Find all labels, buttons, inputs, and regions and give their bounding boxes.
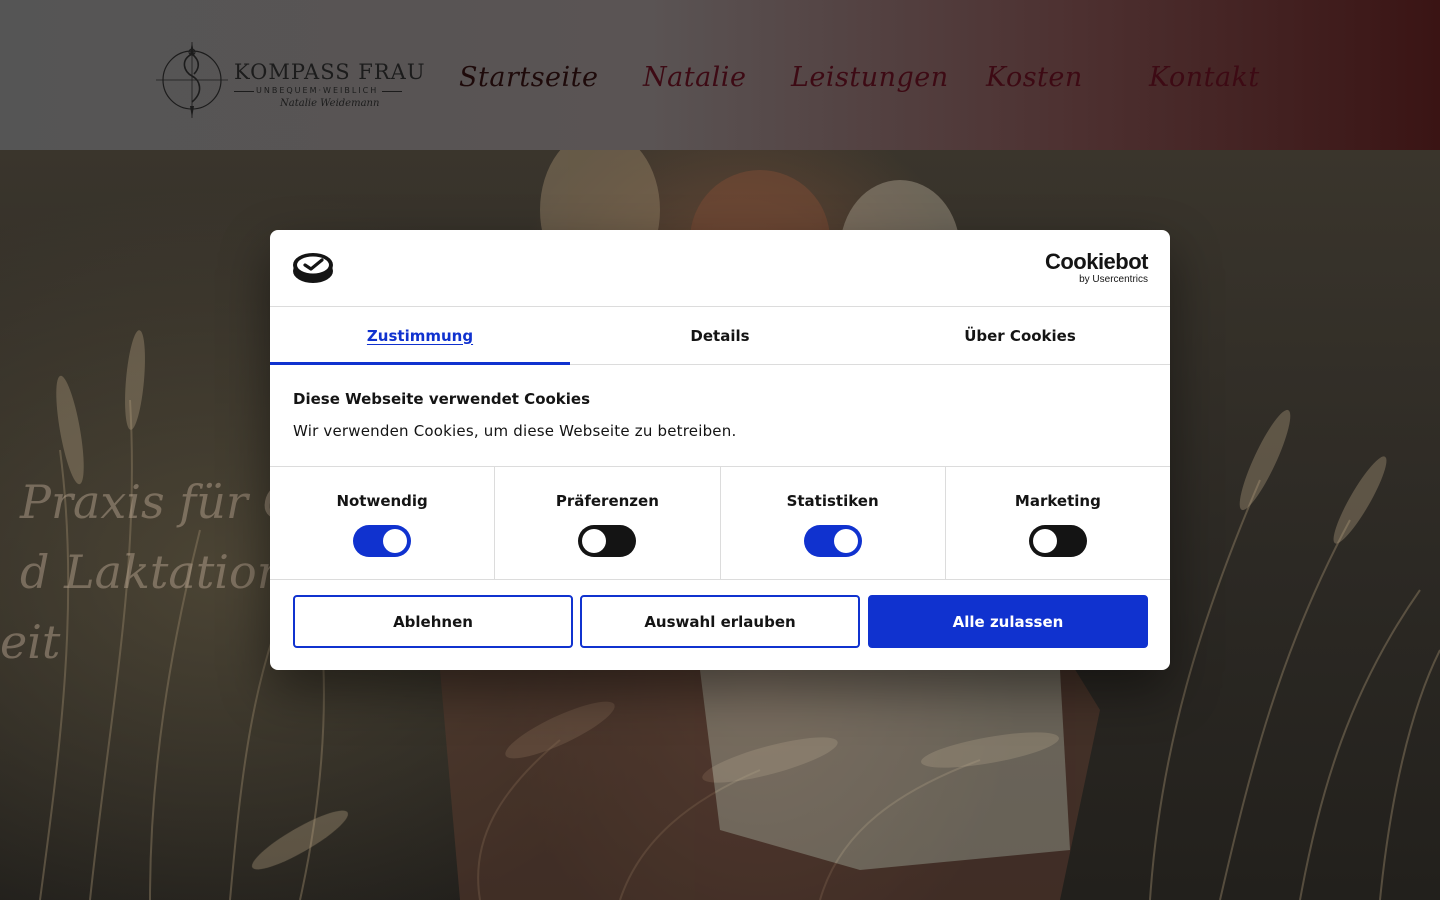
site-header: KOMPASS FRAU UNBEQUEM·WEIBLICH Natalie W… bbox=[0, 0, 1440, 150]
category-marketing: Marketing bbox=[946, 467, 1170, 579]
toggle-knob bbox=[833, 529, 858, 553]
category-statistiken: Statistiken bbox=[721, 467, 946, 579]
toggle-knob bbox=[383, 529, 408, 553]
brand-byline: by Usercentrics bbox=[1079, 274, 1148, 285]
compass-icon bbox=[156, 42, 228, 118]
notwendig-toggle[interactable] bbox=[353, 525, 412, 557]
dialog-tabs: Zustimmung Details Über Cookies bbox=[270, 307, 1170, 365]
logo-title: KOMPASS FRAU bbox=[234, 60, 426, 84]
tab-ueber-cookies[interactable]: Über Cookies bbox=[870, 307, 1170, 364]
nav-natalie[interactable]: Natalie bbox=[643, 62, 746, 93]
category-label: Notwendig bbox=[336, 492, 428, 510]
category-label: Marketing bbox=[1014, 492, 1101, 510]
consent-categories: Notwendig Präferenzen Statistiken Market… bbox=[270, 466, 1170, 580]
tab-details[interactable]: Details bbox=[570, 307, 870, 364]
reject-button[interactable]: Ablehnen bbox=[293, 595, 573, 648]
tab-label: Details bbox=[690, 326, 750, 345]
praeferenzen-toggle[interactable] bbox=[578, 525, 637, 557]
logo-subtitle: UNBEQUEM·WEIBLICH bbox=[256, 86, 379, 95]
cookiebot-logo-icon bbox=[293, 253, 333, 283]
nav-leistungen[interactable]: Leistungen bbox=[791, 62, 949, 93]
toggle-knob bbox=[1032, 529, 1057, 553]
dialog-header: Cookiebot by Usercentrics bbox=[270, 230, 1170, 307]
dialog-description: Wir verwenden Cookies, um diese Webseite… bbox=[293, 422, 737, 440]
nav-kosten[interactable]: Kosten bbox=[986, 62, 1083, 93]
logo-signature: Natalie Weidemann bbox=[280, 98, 380, 109]
category-notwendig: Notwendig bbox=[270, 467, 496, 579]
site-logo[interactable]: KOMPASS FRAU UNBEQUEM·WEIBLICH Natalie W… bbox=[156, 40, 425, 120]
tab-label: Über Cookies bbox=[964, 326, 1076, 345]
cookie-consent-dialog: Cookiebot by Usercentrics Zustimmung Det… bbox=[270, 230, 1170, 670]
category-label: Präferenzen bbox=[555, 492, 659, 510]
tab-label: Zustimmung bbox=[366, 326, 474, 345]
nav-startseite[interactable]: Startseite bbox=[459, 62, 599, 93]
category-praeferenzen: Präferenzen bbox=[495, 467, 721, 579]
toggle-knob bbox=[582, 529, 607, 553]
allow-selection-button[interactable]: Auswahl erlauben bbox=[580, 595, 860, 648]
nav-kontakt[interactable]: Kontakt bbox=[1149, 62, 1260, 93]
tab-zustimmung[interactable]: Zustimmung bbox=[270, 307, 570, 365]
allow-all-button[interactable]: Alle zulassen bbox=[868, 595, 1148, 648]
marketing-toggle[interactable] bbox=[1028, 525, 1087, 557]
hero-headline-line: eit bbox=[0, 615, 61, 669]
logo-divider bbox=[382, 91, 402, 92]
statistiken-toggle[interactable] bbox=[803, 525, 862, 557]
dialog-title: Diese Webseite verwendet Cookies bbox=[293, 390, 591, 408]
cookiebot-brand[interactable]: Cookiebot by Usercentrics bbox=[1044, 249, 1149, 286]
logo-divider bbox=[234, 91, 254, 92]
category-label: Statistiken bbox=[786, 492, 879, 510]
brand-name: Cookiebot bbox=[1044, 249, 1149, 274]
